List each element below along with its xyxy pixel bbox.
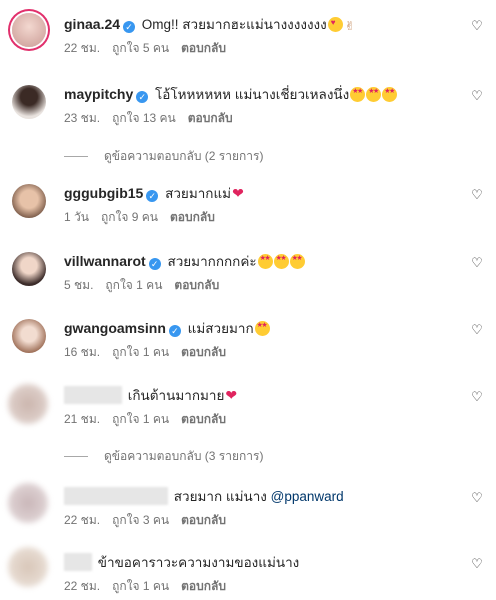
reply-button[interactable]: ตอบกลับ xyxy=(181,513,226,527)
comment-time[interactable]: 22 ชม. xyxy=(64,579,100,593)
comment-time[interactable]: 22 ชม. xyxy=(64,41,100,55)
verified-badge-icon: ✓ xyxy=(148,258,161,270)
likes-count[interactable]: ถูกใจ 1 คน xyxy=(105,278,162,292)
comment-text: สวยมากแม่ xyxy=(165,186,232,201)
comment-time[interactable]: 16 ชม. xyxy=(64,345,100,359)
reply-button[interactable]: ตอบกลับ xyxy=(181,579,226,593)
smiling-face-with-hearts-icon xyxy=(327,17,343,32)
avatar[interactable] xyxy=(8,384,48,424)
hand-gesture-icon: ✌ xyxy=(344,19,355,33)
avatar[interactable] xyxy=(8,483,48,523)
avatar[interactable] xyxy=(12,319,46,353)
star-struck-icon xyxy=(382,87,398,102)
likes-count[interactable]: ถูกใจ 13 คน xyxy=(112,111,176,125)
likes-count[interactable]: ถูกใจ 1 คน xyxy=(112,579,169,593)
heart-outline-icon[interactable]: ♡ xyxy=(470,390,484,404)
heart-outline-icon[interactable]: ♡ xyxy=(470,323,484,337)
likes-count[interactable]: ถูกใจ 1 คน xyxy=(112,345,169,359)
verified-badge-icon: ✓ xyxy=(146,190,159,202)
comment-time[interactable]: 21 ชม. xyxy=(64,412,100,426)
username[interactable]: maypitchy xyxy=(64,86,133,102)
comment-text: Omg!! สวยมากฮะแม่นางงงงงงง xyxy=(141,17,327,32)
comment-time[interactable]: 23 ชม. xyxy=(64,111,100,125)
comment-meta: 16 ชม. ถูกใจ 1 คน ตอบกลับ xyxy=(64,343,238,362)
avatar[interactable] xyxy=(8,547,48,587)
red-heart-icon: ❤ xyxy=(225,387,238,403)
likes-count[interactable]: ถูกใจ 1 คน xyxy=(112,412,169,426)
comment-time[interactable]: 22 ชม. xyxy=(64,513,100,527)
red-heart-icon: ❤ xyxy=(232,185,244,201)
username[interactable]: gwangoamsinn xyxy=(64,320,166,336)
comment-time[interactable]: 1 วัน xyxy=(64,210,89,224)
heart-outline-icon[interactable]: ♡ xyxy=(470,188,484,202)
comment-meta: 21 ชม. ถูกใจ 1 คน ตอบกลับ xyxy=(64,410,238,429)
reply-button[interactable]: ตอบกลับ xyxy=(174,278,219,292)
reply-button[interactable]: ตอบกลับ xyxy=(188,111,233,125)
redacted-username xyxy=(64,386,122,404)
comment-meta: 5 ชม. ถูกใจ 1 คน ตอบกลับ xyxy=(64,276,231,295)
avatar[interactable] xyxy=(12,85,46,119)
avatar[interactable] xyxy=(12,252,46,286)
comment-meta: 22 ชม. ถูกใจ 3 คน ตอบกลับ xyxy=(64,511,238,530)
heart-outline-icon[interactable]: ♡ xyxy=(470,256,484,270)
verified-badge-icon: ✓ xyxy=(136,91,149,103)
redacted-username xyxy=(64,487,168,505)
star-struck-icon xyxy=(257,254,273,269)
comment-meta: 1 วัน ถูกใจ 9 คน ตอบกลับ xyxy=(64,208,227,227)
comment-meta: 22 ชม. ถูกใจ 1 คน ตอบกลับ xyxy=(64,577,238,596)
username[interactable]: villwannarot xyxy=(64,253,146,269)
username[interactable]: ginaa.24 xyxy=(64,16,120,32)
mention-link[interactable]: @ppanward xyxy=(271,489,344,504)
star-struck-icon xyxy=(350,87,366,102)
comment-text: สวยมากกกกค่ะ xyxy=(167,254,257,269)
comment-text: โอ้โหหหหหห แม่นางเชี่ยวเหลงนึ่ง xyxy=(155,87,350,102)
star-struck-icon xyxy=(366,87,382,102)
comment-meta: 23 ชม. ถูกใจ 13 คน ตอบกลับ xyxy=(64,109,245,128)
star-struck-icon xyxy=(289,254,305,269)
comment-meta: 22 ชม. ถูกใจ 5 คน ตอบกลับ xyxy=(64,39,238,58)
view-replies-button[interactable]: ดูข้อความตอบกลับ (3 รายการ) xyxy=(64,447,263,466)
comment-time[interactable]: 5 ชม. xyxy=(64,278,93,292)
verified-badge-icon: ✓ xyxy=(123,21,136,33)
reply-button[interactable]: ตอบกลับ xyxy=(181,345,226,359)
thread-line xyxy=(64,456,88,458)
heart-outline-icon[interactable]: ♡ xyxy=(470,557,484,571)
likes-count[interactable]: ถูกใจ 3 คน xyxy=(112,513,169,527)
heart-outline-icon[interactable]: ♡ xyxy=(470,89,484,103)
avatar[interactable] xyxy=(12,184,46,218)
view-replies-label: ดูข้อความตอบกลับ (3 รายการ) xyxy=(104,449,264,463)
likes-count[interactable]: ถูกใจ 9 คน xyxy=(101,210,158,224)
view-replies-button[interactable]: ดูข้อความตอบกลับ (2 รายการ) xyxy=(64,147,263,166)
heart-outline-icon[interactable]: ♡ xyxy=(470,491,484,505)
comment-text: ข้าขอคาราวะความงามของแม่นาง xyxy=(97,555,300,570)
heart-outline-icon[interactable]: ♡ xyxy=(470,19,484,33)
username[interactable]: gggubgib15 xyxy=(64,185,143,201)
redacted-username xyxy=(64,553,92,571)
star-struck-icon xyxy=(273,254,289,269)
reply-button[interactable]: ตอบกลับ xyxy=(181,41,226,55)
verified-badge-icon: ✓ xyxy=(168,325,181,337)
comment-text: แม่สวยมาก xyxy=(187,321,254,336)
reply-button[interactable]: ตอบกลับ xyxy=(181,412,226,426)
avatar[interactable] xyxy=(12,13,46,47)
star-struck-icon xyxy=(254,321,270,336)
comment-text: สวยมาก แม่นาง xyxy=(173,489,267,504)
likes-count[interactable]: ถูกใจ 5 คน xyxy=(112,41,169,55)
reply-button[interactable]: ตอบกลับ xyxy=(170,210,215,224)
thread-line xyxy=(64,156,88,158)
comment-text: เกินต้านมากมาย xyxy=(127,388,225,403)
view-replies-label: ดูข้อความตอบกลับ (2 รายการ) xyxy=(104,149,264,163)
